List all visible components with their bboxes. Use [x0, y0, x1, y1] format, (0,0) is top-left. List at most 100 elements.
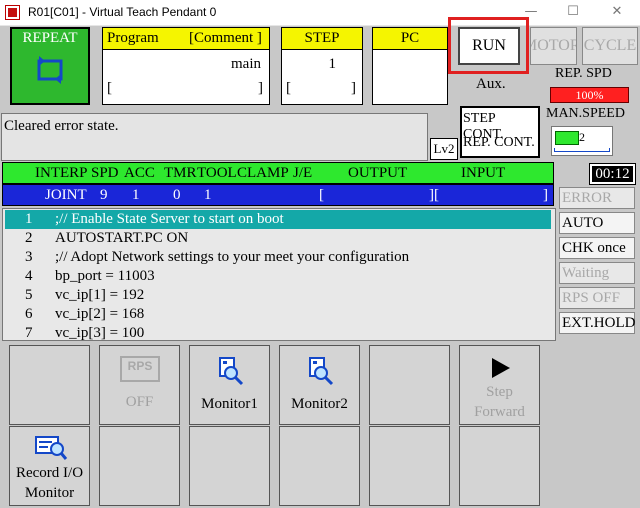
listing-line[interactable]: 4 bp_port = 11003: [5, 267, 551, 286]
rep-spd-bar[interactable]: 100%: [550, 87, 629, 103]
function-button-empty-4[interactable]: [189, 426, 270, 506]
waiting-indicator[interactable]: Waiting: [559, 262, 635, 284]
rep-cont-label: REP. CONT.: [463, 135, 535, 150]
hdr-input: INPUT: [461, 165, 506, 181]
listing-line[interactable]: 7 vc_ip[3] = 100: [5, 324, 551, 343]
hdr-tmr: TMR: [164, 165, 197, 181]
step-forward-label-2: Forward: [474, 404, 525, 420]
man-speed-fill: [555, 131, 579, 145]
aux-label[interactable]: Aux.: [476, 76, 506, 93]
line-number: 1: [25, 211, 33, 227]
repeat-mode-button[interactable]: REPEAT: [10, 27, 90, 105]
line-text: vc_ip[1] = 192: [55, 287, 145, 303]
val-tmr: 0: [173, 187, 181, 203]
man-speed-gauge[interactable]: 2: [551, 126, 613, 156]
motor-button[interactable]: MOTOR: [530, 27, 577, 65]
pc-panel[interactable]: PC: [372, 27, 448, 105]
line-text: vc_ip[2] = 168: [55, 306, 145, 322]
window-title: R01[C01] - Virtual Teach Pendant 0: [28, 5, 217, 19]
step-label: STEP: [282, 28, 362, 50]
line-number: 4: [25, 268, 33, 284]
step-rep-cont-panel[interactable]: STEP CONT. REP. CONT.: [460, 106, 540, 158]
title-bar: R01[C01] - Virtual Teach Pendant 0 — ☐ ✕: [0, 0, 640, 26]
output-bracket-open: [: [319, 187, 324, 203]
program-comment-open: [: [107, 80, 112, 96]
step-comment-close: ]: [351, 80, 356, 96]
repeat-icon: [37, 56, 63, 84]
listing-line[interactable]: 1 ;// Enable State Server to start on bo…: [5, 210, 551, 229]
record-io-monitor-button[interactable]: Record I/O Monitor: [9, 426, 90, 506]
record-io-icon: [35, 436, 68, 460]
chk-once-button[interactable]: CHK once: [559, 237, 635, 259]
monitor2-icon: [309, 357, 334, 386]
function-button-empty-5[interactable]: [279, 426, 360, 506]
hdr-je: J/E: [293, 165, 313, 181]
function-button-empty-2[interactable]: [369, 345, 450, 425]
man-speed-label: MAN.SPEED: [546, 106, 625, 121]
line-text: ;// Enable State Server to start on boot: [55, 211, 284, 227]
line-text: AUTOSTART.PC ON: [55, 230, 189, 246]
monitor1-button[interactable]: Monitor1: [189, 345, 270, 425]
line-number: 2: [25, 230, 33, 246]
output-input-bracket: ][: [429, 187, 439, 203]
rps-off-indicator[interactable]: RPS OFF: [559, 287, 635, 309]
program-label: Program: [107, 30, 159, 46]
hdr-interp: INTERP: [35, 165, 88, 181]
man-speed-value: 2: [579, 130, 585, 144]
auto-indicator[interactable]: AUTO: [559, 212, 635, 234]
line-text: ;// Adopt Network settings to your meet …: [55, 249, 410, 265]
program-listing[interactable]: 1 ;// Enable State Server to start on bo…: [2, 208, 556, 341]
line-text: bp_port = 11003: [55, 268, 155, 284]
level-indicator[interactable]: Lv2: [430, 138, 458, 160]
rps-off-button[interactable]: RPS OFF: [99, 345, 180, 425]
record-io-label-1: Record I/O: [15, 465, 84, 481]
hdr-clamp: CLAMP: [237, 165, 289, 181]
timer-display: 00:12: [589, 163, 636, 185]
monitor2-button[interactable]: Monitor2: [279, 345, 360, 425]
line-number: 3: [25, 249, 33, 265]
error-indicator[interactable]: ERROR: [559, 187, 635, 209]
monitor1-icon: [219, 357, 244, 386]
listing-line[interactable]: 6 vc_ip[2] = 168: [5, 305, 551, 324]
val-acc: 1: [132, 187, 140, 203]
pc-label: PC: [373, 28, 447, 50]
listing-line[interactable]: 5 vc_ip[1] = 192: [5, 286, 551, 305]
cycle-button[interactable]: CYCLE: [582, 27, 638, 65]
hdr-acc: ACC: [124, 165, 155, 181]
val-spd: 9: [100, 187, 108, 203]
comment-label: [Comment ]: [189, 30, 262, 46]
step-comment-open: [: [286, 80, 291, 96]
step-value: 1: [328, 56, 337, 72]
monitor1-label: Monitor1: [201, 396, 258, 412]
function-button-empty-6[interactable]: [369, 426, 450, 506]
function-button-empty-1[interactable]: [9, 345, 90, 425]
rps-badge-text: RPS: [127, 359, 153, 373]
val-tool: 1: [204, 187, 212, 203]
line-text: vc_ip[3] = 100: [55, 325, 145, 341]
rps-icon: RPS: [120, 356, 160, 382]
listing-line[interactable]: 3 ;// Adopt Network settings to your mee…: [5, 248, 551, 267]
rps-off-label: OFF: [125, 394, 154, 410]
program-name: main: [231, 56, 261, 72]
close-button[interactable]: ✕: [606, 3, 628, 21]
hdr-tool: TOOL: [197, 165, 237, 181]
function-button-empty-3[interactable]: [99, 426, 180, 506]
step-forward-button[interactable]: Step Forward: [459, 345, 540, 425]
listing-line[interactable]: 2 AUTOSTART.PC ON: [5, 229, 551, 248]
hdr-spd: SPD: [91, 165, 119, 181]
step-forward-label-1: Step: [486, 384, 513, 400]
step-panel[interactable]: STEP 1 [ ]: [281, 27, 363, 105]
ext-hold-indicator[interactable]: EXT.HOLD: [559, 312, 635, 334]
record-io-label-2: Monitor: [24, 485, 75, 501]
program-comment-close: ]: [258, 80, 263, 96]
run-button[interactable]: RUN: [458, 27, 520, 65]
message-box: Cleared error state.: [1, 113, 428, 161]
program-header: Program [Comment ]: [103, 28, 269, 50]
play-icon: [492, 358, 510, 378]
man-speed-scale: [554, 148, 610, 152]
function-button-empty-7[interactable]: [459, 426, 540, 506]
hdr-output: OUTPUT: [348, 165, 408, 181]
interp-values: JOINT 9 1 0 1 [ ][ ]: [2, 184, 554, 206]
program-panel[interactable]: Program [Comment ] main [ ]: [102, 27, 270, 105]
maximize-button[interactable]: ☐: [562, 3, 584, 21]
